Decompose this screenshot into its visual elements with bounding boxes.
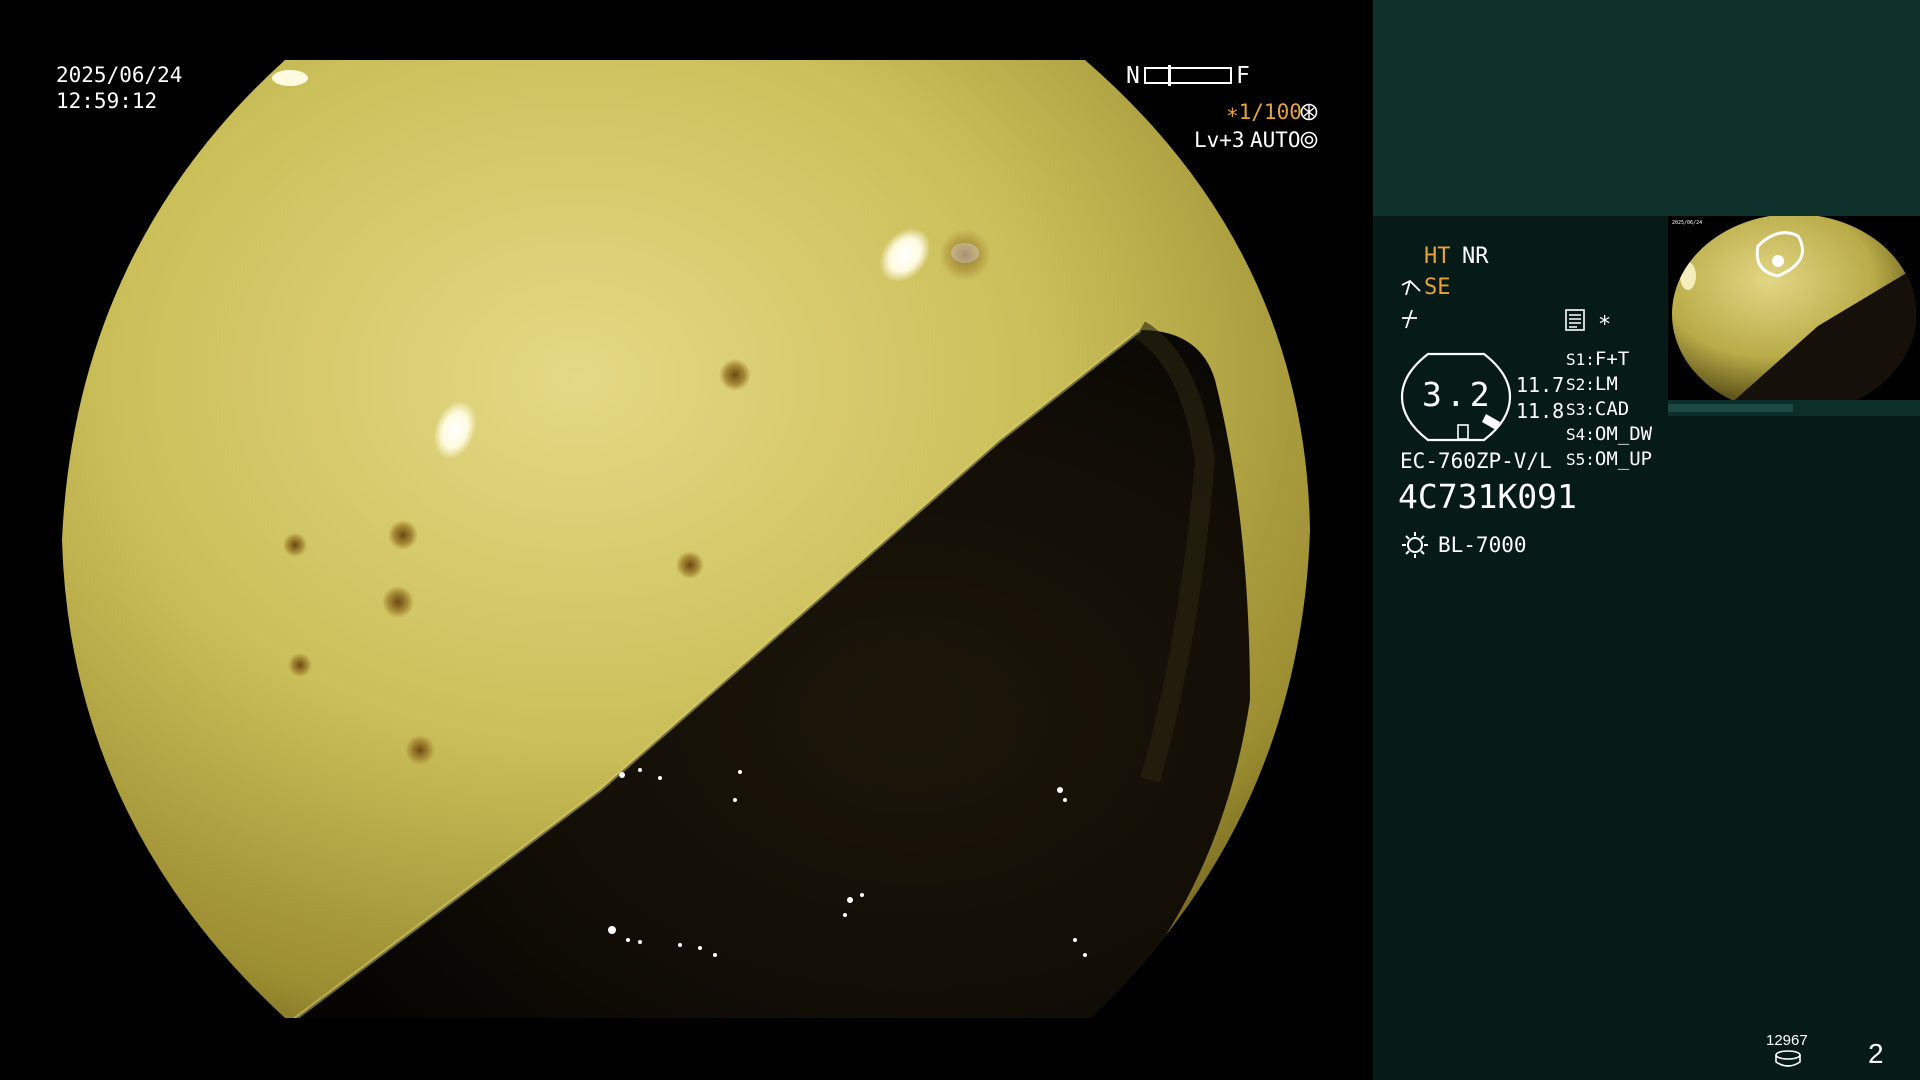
endoscope-view [0, 0, 1372, 1080]
thumbnail-status-bar [1668, 400, 1920, 416]
iris-mode-label: AUTO [1250, 128, 1301, 152]
value-a-label: 11.7 [1516, 373, 1565, 397]
switch-item: S3:CAD [1566, 398, 1630, 420]
switch-item: S1:F+T [1566, 348, 1630, 370]
storage-icon [1774, 1050, 1802, 1068]
iris-icon [1300, 131, 1318, 149]
focus-indicator [1144, 65, 1232, 86]
memo-icon [1565, 309, 1585, 331]
asterisk-label: ∗ [1598, 308, 1612, 333]
bolt-icon [1401, 308, 1421, 330]
light-source-label: BL-7000 [1438, 533, 1527, 557]
lightbulb-icon [1400, 530, 1430, 560]
date-label: 2025/06/24 [56, 63, 183, 87]
pen-icon [1400, 277, 1422, 299]
nr-label: NR [1462, 244, 1489, 269]
svg-text:2025/06/24: 2025/06/24 [1672, 220, 1702, 226]
info-panel-header [1373, 0, 1920, 216]
endoscope-image [62, 60, 1310, 1018]
thumbnail-progress [1668, 404, 1793, 412]
ht-label: HT [1424, 244, 1451, 269]
zoom-value: 3.2 [1422, 375, 1494, 414]
focus-near-label: N [1126, 63, 1140, 89]
switch-item: S2:LM [1566, 373, 1618, 395]
se-label: SE [1424, 275, 1451, 300]
time-label: 12:59:12 [56, 89, 158, 113]
scope-serial-label: 4C731K091 [1398, 477, 1577, 516]
page-number-label: 2 [1868, 1038, 1884, 1069]
level-label: Lv+3 [1194, 128, 1245, 152]
thumbnail-image[interactable]: 2025/06/24 [1668, 216, 1920, 400]
storage-count-label: 12967 [1766, 1032, 1808, 1049]
scope-model-label: EC-760ZP-V/L [1400, 449, 1552, 473]
switch-item: S5:OM_UP [1566, 448, 1653, 470]
shutter-speed-label: ∗1/100 [1226, 100, 1302, 124]
switch-item: S4:OM_DW [1566, 423, 1653, 445]
value-b-label: 11.8 [1516, 399, 1565, 423]
focus-marker [1168, 65, 1171, 86]
switch-list: S1:F+T S2:LM S3:CAD S4:OM_DW S5:OM_UP [1566, 348, 1652, 473]
focus-far-label: F [1236, 63, 1250, 89]
shutter-icon [1300, 103, 1318, 121]
